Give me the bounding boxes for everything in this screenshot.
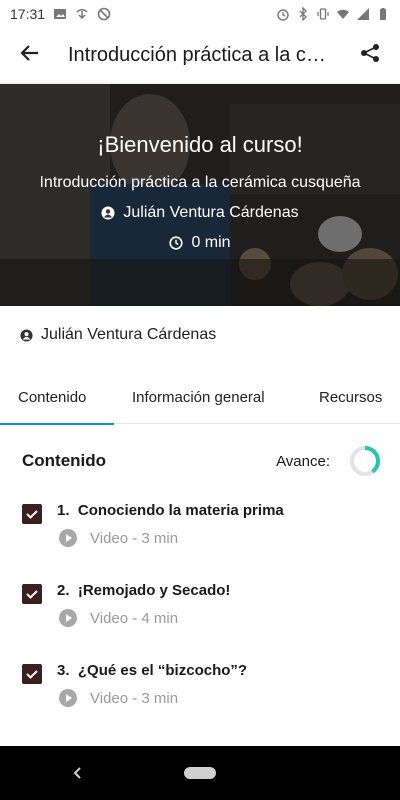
lesson-number: 2. [57, 582, 70, 599]
arrow-left-icon [19, 42, 41, 69]
author-row: Julián Ventura Cárdenas [20, 326, 216, 344]
status-bar: 17:31 [0, 0, 400, 28]
hero-course-name: Introducción práctica a la cerámica cusq… [39, 174, 361, 191]
page-title: Introducción práctica a la cerámica cusq… [68, 44, 326, 66]
lesson-name: ¡Remojado y Secado! [77, 582, 231, 599]
lesson-duration: Video - 3 min [90, 529, 179, 547]
tab-recursos[interactable]: Recursos [300, 370, 400, 424]
lesson-checkbox[interactable] [22, 664, 42, 684]
wifi-icon [336, 7, 350, 21]
status-time: 17:31 [10, 6, 46, 22]
person-icon [20, 328, 33, 342]
tab-informacion-general[interactable]: Información general [114, 370, 300, 424]
status-right [276, 7, 390, 21]
progress-ring [350, 446, 380, 476]
download-icon [75, 7, 89, 21]
nav-home-pill[interactable] [184, 767, 216, 779]
check-icon [26, 670, 38, 679]
play-circle-icon[interactable] [58, 608, 78, 628]
share-button[interactable] [354, 40, 386, 72]
lesson-name: Conociendo la materia prima [77, 502, 284, 519]
lesson-title: 3. ¿Qué es el “bizcocho”? [57, 662, 247, 679]
hero-title: ¡Bienvenido al curso! [97, 132, 303, 157]
lesson-title: 2. ¡Remojado y Secado! [57, 582, 230, 599]
progress-section: Avance: [276, 444, 382, 478]
hero-instructor: Julián Ventura Cárdenas [101, 204, 299, 222]
lesson-duration: Video - 3 min [90, 689, 179, 707]
content-title: Contenido [22, 451, 107, 470]
lesson-number: 3. [57, 662, 70, 679]
list-item[interactable]: 3. ¿Qué es el “bizcocho”? Video - 3 min [0, 656, 400, 736]
back-button[interactable] [14, 40, 46, 72]
bluetooth-icon [296, 7, 310, 21]
clock-icon [169, 236, 184, 250]
nav-back-icon[interactable] [70, 764, 86, 782]
play-circle-icon[interactable] [58, 688, 78, 708]
person-icon [101, 206, 115, 220]
author-name: Julián Ventura Cárdenas [41, 326, 217, 343]
lesson-checkbox[interactable] [22, 504, 42, 524]
system-nav-bar [0, 746, 400, 800]
lesson-checkbox[interactable] [22, 584, 42, 604]
lesson-list: 1. Conociendo la materia prima Video - 3… [0, 496, 400, 736]
hero-instructor-name: Julián Ventura Cárdenas [123, 204, 299, 221]
lesson-name: ¿Qué es el “bizcocho”? [77, 662, 248, 679]
hero-duration-value: 0 min [191, 234, 231, 251]
vpn-icon [97, 7, 111, 21]
alarm-icon [276, 7, 290, 21]
status-left: 17:31 [10, 6, 111, 22]
lesson-duration: Video - 4 min [90, 609, 179, 627]
list-item[interactable]: 1. Conociendo la materia prima Video - 3… [0, 496, 400, 576]
list-item[interactable]: 2. ¡Remojado y Secado! Video - 4 min [0, 576, 400, 656]
check-icon [26, 510, 38, 519]
play-circle-icon[interactable] [58, 528, 78, 548]
course-hero-banner: ¡Bienvenido al curso! Introducción práct… [0, 84, 400, 306]
lesson-title: 1. Conociendo la materia prima [57, 502, 284, 519]
progress-label: Avance: [276, 452, 330, 470]
app-bar: Introducción práctica a la cerámica cusq… [0, 28, 400, 84]
check-icon [26, 590, 38, 599]
battery-icon [376, 7, 390, 21]
signal-icon [356, 7, 370, 21]
lesson-number: 1. [57, 502, 70, 519]
hero-duration: 0 min [169, 234, 231, 252]
hero-content: ¡Bienvenido al curso! Introducción práct… [0, 84, 400, 306]
content-header: Contenido Avance: [22, 446, 382, 476]
lesson-meta: Video - 3 min [58, 528, 178, 548]
tab-contenido[interactable]: Contenido [0, 370, 114, 425]
lesson-meta: Video - 4 min [58, 608, 178, 628]
lesson-meta: Video - 3 min [58, 688, 178, 708]
share-icon [359, 42, 381, 69]
photo-icon [53, 7, 67, 21]
tab-bar: Contenido Información general Recursos [0, 370, 400, 425]
vibrate-icon [316, 7, 330, 21]
